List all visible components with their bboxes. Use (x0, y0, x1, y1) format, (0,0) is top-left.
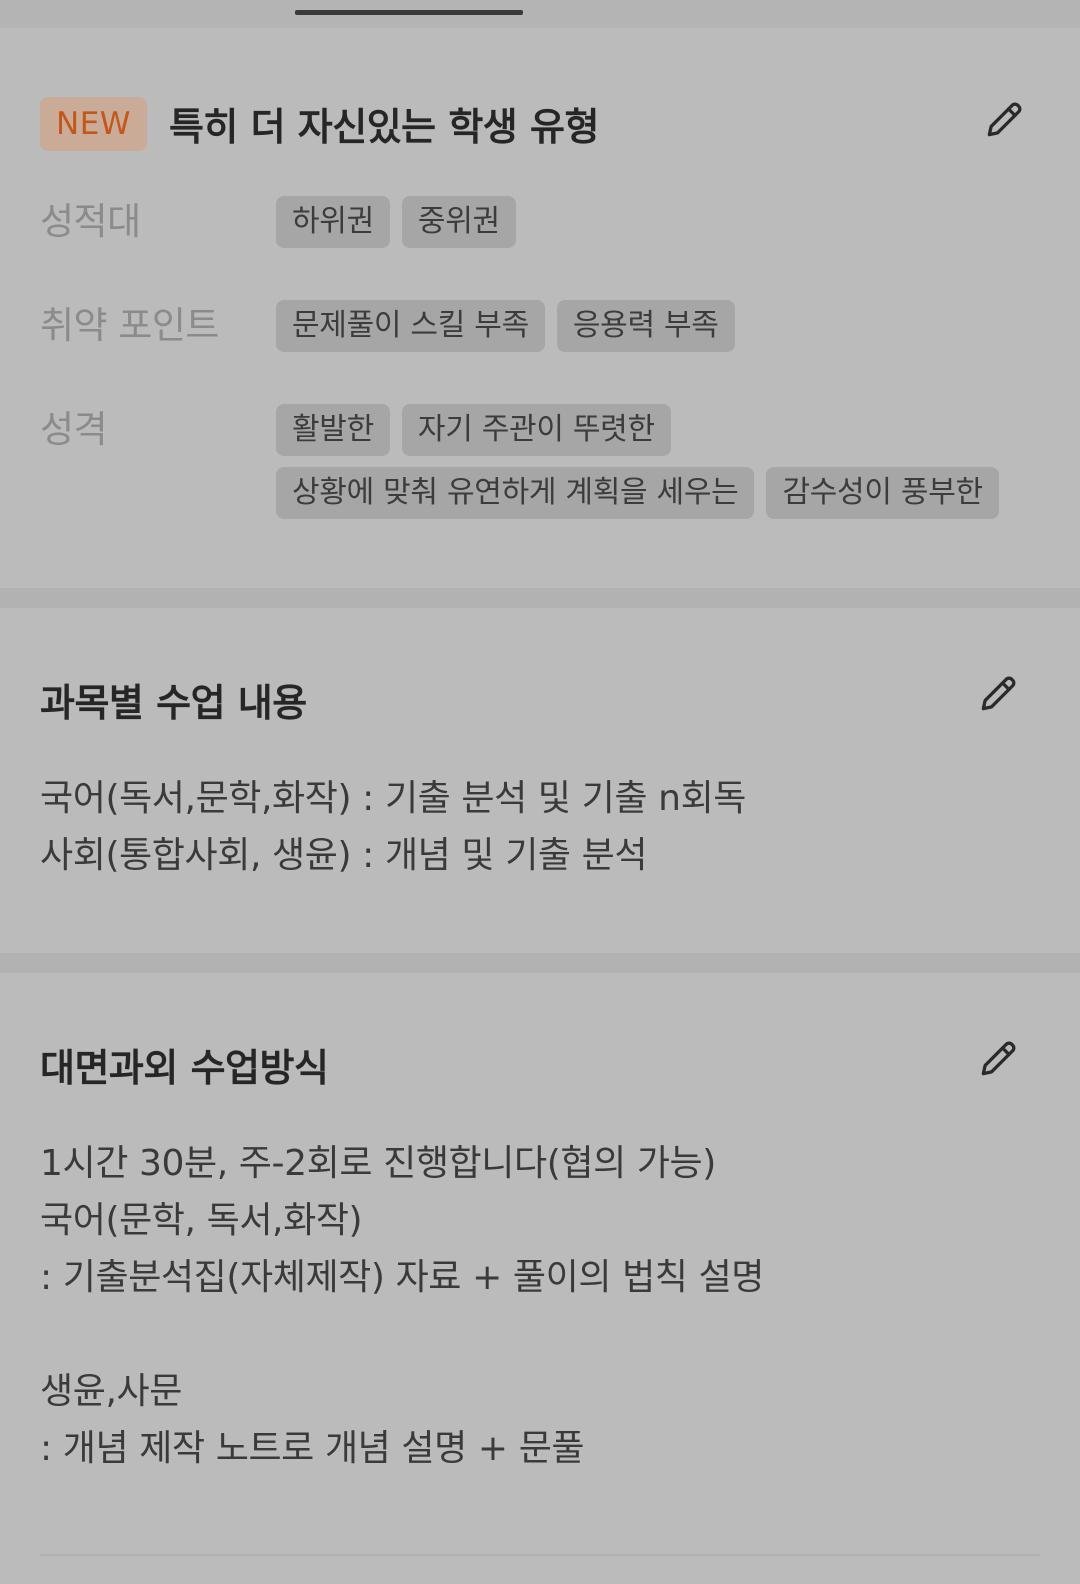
student-type-title: 특히 더 자신있는 학생 유형 (168, 105, 599, 149)
method-line-blank (40, 1306, 980, 1363)
subjects-line: 국어(독서,문학,화작) : 기출 분석 및 기출 n회독 (40, 778, 747, 819)
pencil-icon (987, 102, 1022, 137)
active-tab-indicator (295, 10, 523, 15)
weak-point-label: 취약 포인트 (40, 304, 219, 347)
subjects-content: 국어(독서,문학,화작) : 기출 분석 및 기출 n회독 사회(통합사회, 생… (40, 770, 980, 884)
student-type-header: NEW 특히 더 자신있는 학생 유형 (40, 96, 599, 151)
chip-problem-solving: 문제풀이 스킬 부족 (276, 300, 545, 352)
bottom-divider (40, 1554, 1040, 1556)
new-badge: NEW (40, 96, 147, 151)
weak-point-chips: 문제풀이 스킬 부족 응용력 부족 (276, 300, 1046, 352)
pencil-icon (981, 676, 1016, 711)
chip-active: 활발한 (276, 404, 390, 456)
edit-subjects-button[interactable] (974, 670, 1022, 718)
student-type-section: NEW 특히 더 자신있는 학생 유형 성적대 하위권 중위권 취약 포인트 문… (0, 28, 1080, 588)
section-divider (0, 588, 1080, 608)
method-section: 대면과외 수업방식 1시간 30분, 주-2회로 진행합니다(협의 가능) 국어… (0, 973, 1080, 1584)
chip-flexible-planner: 상황에 맞춰 유연하게 계획을 세우는 (276, 467, 755, 519)
grade-range-label: 성적대 (40, 200, 141, 243)
subjects-title: 과목별 수업 내용 (40, 681, 307, 725)
top-tab-bar (0, 0, 1080, 28)
subjects-section: 과목별 수업 내용 국어(독서,문학,화작) : 기출 분석 및 기출 n회독 … (0, 608, 1080, 953)
chip-application: 응용력 부족 (556, 300, 735, 352)
method-title: 대면과외 수업방식 (40, 1046, 329, 1090)
chip-sensitive: 감수성이 풍부한 (766, 467, 999, 519)
method-line: 생윤,사문 (40, 1371, 182, 1412)
edit-method-button[interactable] (974, 1035, 1022, 1083)
section-divider (0, 953, 1080, 973)
method-line: : 개념 제작 노트로 개념 설명 + 문풀 (40, 1428, 585, 1469)
method-content: 1시간 30분, 주-2회로 진행합니다(협의 가능) 국어(문학, 독서,화작… (40, 1135, 980, 1477)
method-line: 1시간 30분, 주-2회로 진행합니다(협의 가능) (40, 1143, 716, 1184)
subjects-line: 사회(통합사회, 생윤) : 개념 및 기출 분석 (40, 835, 648, 876)
edit-student-type-button[interactable] (980, 96, 1028, 144)
method-line: 국어(문학, 독서,화작) (40, 1200, 363, 1241)
pencil-icon (981, 1041, 1016, 1076)
method-line: : 기출분석집(자체제작) 자료 + 풀이의 법칙 설명 (40, 1257, 765, 1298)
chip-opinionated: 자기 주관이 뚜렷한 (401, 404, 671, 456)
grade-range-chips: 하위권 중위권 (276, 196, 1046, 248)
personality-chips: 활발한 자기 주관이 뚜렷한 상황에 맞춰 유연하게 계획을 세우는 감수성이 … (276, 404, 1046, 519)
chip-lower-rank: 하위권 (276, 196, 390, 248)
personality-label: 성격 (40, 408, 108, 451)
chip-middle-rank: 중위권 (401, 196, 516, 248)
